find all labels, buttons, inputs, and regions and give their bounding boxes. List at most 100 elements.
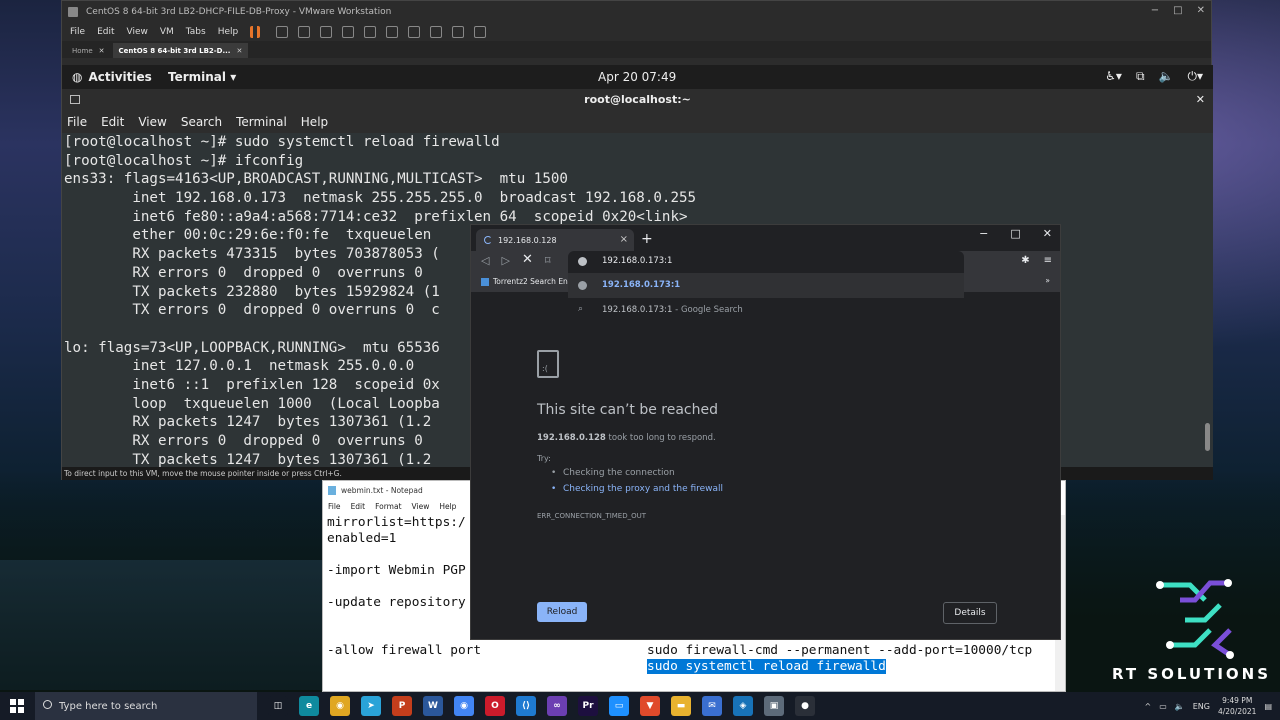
notepad-line: mirrorlist=https:/: [327, 515, 466, 530]
tray-volume-icon[interactable]: 🔈: [1175, 702, 1185, 711]
term-menu-file[interactable]: File: [67, 115, 87, 129]
volume-icon: 🔈: [1158, 69, 1174, 83]
bookmark-icon[interactable]: ⌑: [545, 254, 551, 267]
chrome-icon[interactable]: ◉: [330, 696, 350, 716]
term-menu-help[interactable]: Help: [301, 115, 328, 129]
activities-button[interactable]: ◍ Activities: [72, 70, 152, 84]
suggestion-search[interactable]: ⌕ 192.168.0.173:1 - Google Search: [568, 298, 964, 323]
stop-icon[interactable]: ✕: [522, 252, 533, 267]
taskbar-search[interactable]: Type here to search: [35, 692, 257, 720]
new-tab-icon[interactable]: +: [641, 231, 653, 247]
snapshot-manager-icon[interactable]: [342, 26, 355, 38]
term-menu-terminal[interactable]: Terminal: [236, 115, 287, 129]
powerpoint-icon[interactable]: P: [392, 696, 412, 716]
virtualbox-icon[interactable]: ◈: [733, 696, 753, 716]
taskbar-clock[interactable]: 9:49 PM 4/20/2021: [1218, 695, 1256, 717]
maximize-icon[interactable]: □: [1173, 5, 1182, 16]
menu-file[interactable]: File: [70, 27, 85, 37]
terminal-scrollbar[interactable]: [1202, 133, 1213, 467]
scroll-thumb[interactable]: [1205, 423, 1210, 451]
np-menu-edit[interactable]: Edit: [351, 502, 366, 511]
maximize-icon[interactable]: □: [1010, 227, 1020, 240]
gnome-top-bar: ◍ Activities Terminal ▾ Apr 20 07:49 ♿▾ …: [62, 65, 1213, 89]
omnibox-input[interactable]: 192.168.0.173:1: [602, 256, 672, 266]
term-menu-view[interactable]: View: [138, 115, 166, 129]
snapshot-icon[interactable]: [298, 26, 311, 38]
menu-view[interactable]: View: [127, 27, 148, 37]
close-tab-icon[interactable]: ✕: [99, 47, 105, 55]
tab-home[interactable]: Home ✕: [66, 43, 111, 58]
suggestion-url[interactable]: 192.168.0.173:1: [568, 273, 964, 298]
terminal-line: ens33: flags=4163<UP,BROADCAST,RUNNING,M…: [64, 171, 568, 188]
menu-edit[interactable]: Edit: [97, 27, 114, 37]
close-icon[interactable]: ✕: [1043, 227, 1052, 240]
details-button[interactable]: Details: [943, 602, 997, 624]
notifications-icon[interactable]: ▤: [1264, 702, 1272, 711]
accessibility-icon[interactable]: ♿▾: [1105, 69, 1122, 84]
thumbnail-bar-icon[interactable]: [386, 26, 399, 38]
chrome-tab[interactable]: 192.168.0.128 ×: [476, 229, 634, 251]
vscode-icon[interactable]: ⟨⟩: [516, 696, 536, 716]
full-screen-icon[interactable]: [408, 26, 421, 38]
search-placeholder: Type here to search: [59, 700, 158, 712]
premiere-icon[interactable]: Pr: [578, 696, 598, 716]
check-connection-item: Checking the connection: [551, 468, 723, 478]
term-menu-search[interactable]: Search: [181, 115, 222, 129]
pause-icon[interactable]: [250, 26, 261, 38]
library-icon[interactable]: [364, 26, 377, 38]
opera-icon[interactable]: O: [485, 696, 505, 716]
notepad-line: sudo firewall-cmd --permanent --add-port…: [647, 643, 1033, 658]
close-tab-icon[interactable]: ✕: [236, 47, 242, 55]
np-menu-help[interactable]: Help: [439, 502, 456, 511]
stretch-icon[interactable]: [474, 26, 487, 38]
np-menu-view[interactable]: View: [412, 502, 430, 511]
forward-icon[interactable]: ▷: [501, 254, 509, 267]
close-icon[interactable]: ✕: [1196, 89, 1205, 111]
minimize-icon[interactable]: −: [979, 227, 988, 240]
console-view-icon[interactable]: [452, 26, 465, 38]
chrome-icon-2[interactable]: ◉: [454, 696, 474, 716]
system-menu[interactable]: ♿▾ ⧉ 🔈 ⏻▾: [1105, 69, 1203, 84]
back-icon[interactable]: ◁: [481, 254, 489, 267]
word-icon[interactable]: W: [423, 696, 443, 716]
unity-icon[interactable]: [430, 26, 443, 38]
menu-help[interactable]: Help: [218, 27, 239, 37]
terminal-app-menu[interactable]: Terminal ▾: [168, 70, 236, 84]
term-menu-edit[interactable]: Edit: [101, 115, 124, 129]
send-ctrl-alt-del-icon[interactable]: [276, 26, 289, 38]
tray-expand-icon[interactable]: ^: [1144, 702, 1151, 711]
mail-icon[interactable]: ✉: [702, 696, 722, 716]
extensions-icon[interactable]: ✱: [1021, 255, 1029, 266]
vmware-icon[interactable]: ▣: [764, 696, 784, 716]
close-icon[interactable]: ✕: [1197, 5, 1205, 16]
tab-centos-vm[interactable]: CentOS 8 64-bit 3rd LB2-D... ✕: [112, 43, 249, 58]
check-proxy-link[interactable]: Checking the proxy and the firewall: [551, 484, 723, 494]
edge-icon[interactable]: e: [299, 696, 319, 716]
close-tab-icon[interactable]: ×: [620, 234, 628, 245]
github-icon[interactable]: ●: [795, 696, 815, 716]
tray-network-icon[interactable]: ▭: [1159, 702, 1167, 711]
explorer-icon[interactable]: ▭: [609, 696, 629, 716]
np-menu-format[interactable]: Format: [375, 502, 401, 511]
menu-tabs[interactable]: Tabs: [186, 27, 206, 37]
minimize-icon[interactable]: −: [1151, 5, 1159, 16]
menu-vm[interactable]: VM: [160, 27, 174, 37]
terminal-line: [root@localhost ~]# ifconfig: [64, 152, 304, 169]
vmware-logo-icon: [68, 7, 78, 17]
bookmark-item[interactable]: Torrentz2 Search En...: [481, 277, 575, 286]
power-icon: ⏻▾: [1187, 69, 1203, 83]
revert-snapshot-icon[interactable]: [320, 26, 333, 38]
omnibox[interactable]: 192.168.0.173:1: [568, 251, 964, 273]
folder-icon[interactable]: ▬: [671, 696, 691, 716]
task-view-icon[interactable]: ◫: [268, 696, 288, 716]
menu-icon[interactable]: ≡: [1044, 255, 1052, 266]
gnome-clock[interactable]: Apr 20 07:49: [598, 70, 676, 84]
np-menu-file[interactable]: File: [328, 502, 341, 511]
reload-button[interactable]: Reload: [537, 602, 587, 622]
language-indicator[interactable]: ENG: [1193, 702, 1210, 711]
brave-icon[interactable]: ▼: [640, 696, 660, 716]
windows-start-icon[interactable]: [10, 699, 24, 713]
telegram-icon[interactable]: ➤: [361, 696, 381, 716]
bookmarks-more-icon[interactable]: »: [1045, 276, 1050, 285]
visual-studio-icon[interactable]: ∞: [547, 696, 567, 716]
